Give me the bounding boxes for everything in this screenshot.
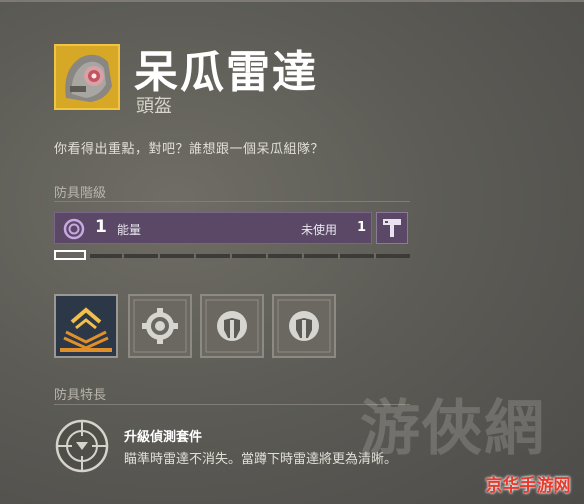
segment-tick: [194, 253, 196, 259]
helmet-socket-icon: [277, 299, 331, 353]
mod-socket-helmet-2[interactable]: [272, 294, 336, 358]
watermark-text: 游俠網: [360, 394, 546, 464]
mod-socket-armor[interactable]: [54, 294, 118, 358]
energy-label: 能量: [117, 223, 142, 237]
perk-name: 升級偵測套件: [124, 430, 203, 445]
perk-description: 瞄準時雷達不消失。當蹲下時雷達將更為清晰。: [124, 452, 398, 467]
segment-tick: [158, 253, 160, 259]
segment-tick: [230, 253, 232, 259]
unused-label: 未使用: [301, 223, 338, 237]
item-name: 呆瓜雷達: [134, 47, 318, 98]
energy-capacity-track: [54, 250, 410, 262]
segment-tick: [302, 253, 304, 259]
unused-value: 1: [357, 220, 367, 235]
armor-tier-label: 防具階級: [54, 186, 107, 201]
hammer-icon: [383, 219, 401, 237]
energy-icon: [63, 218, 85, 244]
mod-socket-general[interactable]: [128, 294, 192, 358]
top-border: [0, 0, 584, 2]
segment-tick: [266, 253, 268, 259]
gear-socket-icon: [133, 299, 187, 353]
energy-segment-filled: [54, 250, 86, 260]
energy-segment-track: [90, 254, 410, 258]
flavor-text: 你看得出重點，對吧？誰想跟一個呆瓜組隊？: [54, 142, 325, 157]
divider: [54, 404, 410, 405]
divider: [54, 201, 410, 202]
mod-socket-helmet[interactable]: [200, 294, 264, 358]
segment-tick: [122, 253, 124, 259]
watermark-badge: 京华手游网: [485, 476, 571, 496]
crosshair-perk-icon[interactable]: [54, 418, 110, 478]
armor-perks-label: 防具特長: [54, 388, 107, 403]
energy-value: 1: [95, 217, 107, 237]
item-type: 頭盔: [136, 96, 172, 117]
helmet-icon: [54, 44, 120, 110]
armor-chevron-mod-icon: [56, 296, 116, 356]
segment-tick: [374, 253, 376, 259]
energy-bar[interactable]: 1 能量 未使用 1: [54, 212, 372, 244]
helmet-socket-icon: [205, 299, 259, 353]
upgrade-button[interactable]: [376, 212, 408, 244]
segment-tick: [338, 253, 340, 259]
